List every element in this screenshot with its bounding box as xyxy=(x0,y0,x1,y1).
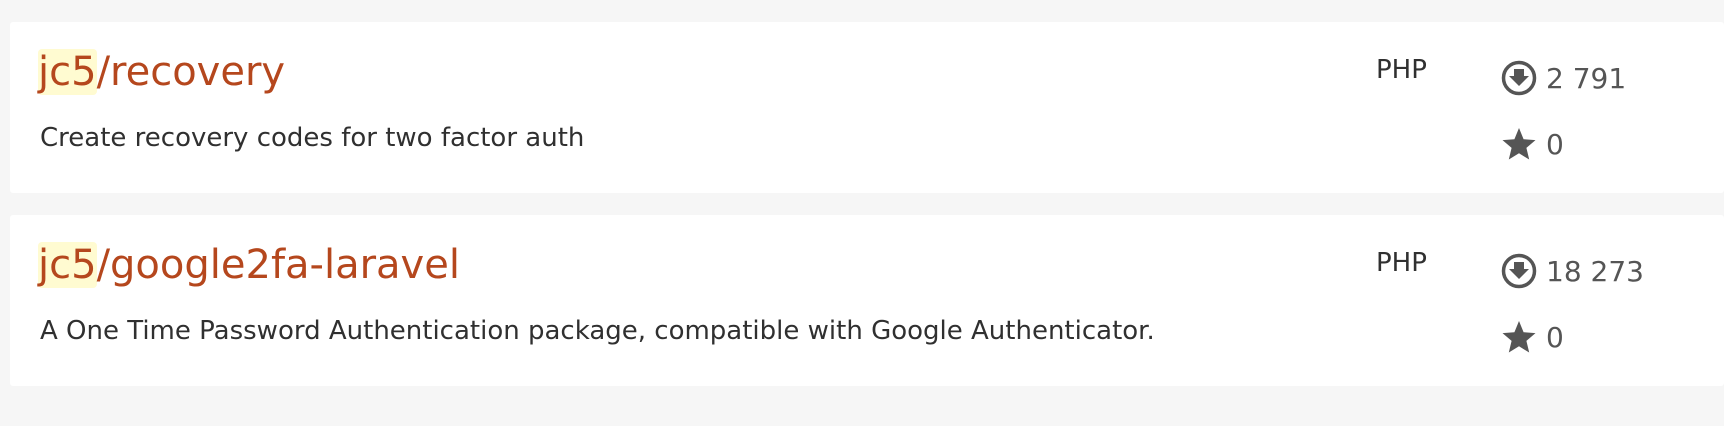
package-description: Create recovery codes for two factor aut… xyxy=(40,123,585,153)
star-icon xyxy=(1500,318,1538,356)
downloads-count: 18 273 xyxy=(1546,254,1644,288)
package-name-link[interactable]: jc5/recovery xyxy=(38,44,285,101)
downloads-metric: 2 791 xyxy=(1500,58,1626,98)
package-card: jc5/recovery Create recovery codes for t… xyxy=(10,22,1724,193)
vendor-highlight: jc5 xyxy=(38,242,97,288)
download-circle-icon xyxy=(1500,59,1538,97)
downloads-count: 2 791 xyxy=(1546,61,1627,95)
package-name-link[interactable]: jc5/google2fa-laravel xyxy=(38,237,460,294)
package-card: jc5/google2fa-laravel A One Time Passwor… xyxy=(10,215,1724,386)
package-description: A One Time Password Authentication packa… xyxy=(40,316,1155,346)
package-name: /recovery xyxy=(96,49,286,95)
favers-metric: 0 xyxy=(1500,317,1564,357)
favers-count: 0 xyxy=(1546,320,1564,354)
favers-count: 0 xyxy=(1546,127,1564,161)
package-language: PHP xyxy=(1376,248,1427,278)
download-circle-icon xyxy=(1500,252,1538,290)
package-list: jc5/recovery Create recovery codes for t… xyxy=(0,0,1724,426)
downloads-metric: 18 273 xyxy=(1500,251,1644,291)
package-name: /google2fa-laravel xyxy=(96,242,460,288)
favers-metric: 0 xyxy=(1500,124,1564,164)
star-icon xyxy=(1500,125,1538,163)
vendor-highlight: jc5 xyxy=(38,49,97,95)
package-language: PHP xyxy=(1376,55,1427,85)
